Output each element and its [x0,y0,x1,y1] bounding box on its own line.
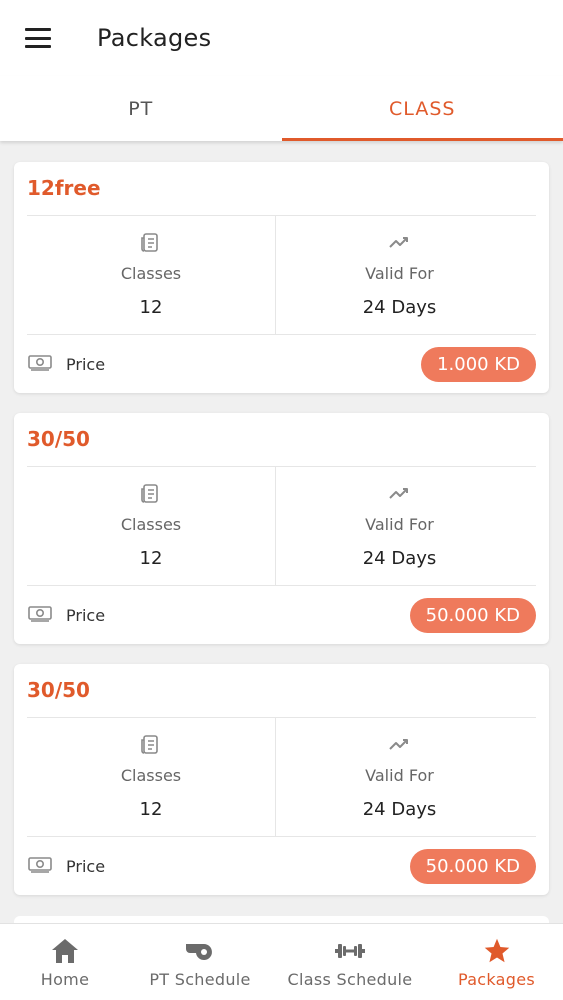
package-title: 30/50 [27,678,90,702]
classes-value: 12 [139,297,163,318]
nav-item-packages[interactable]: Packages [430,924,563,1000]
nav-label: PT Schedule [149,970,251,989]
valid-for-value: 24 Days [362,799,437,820]
trend-icon [388,231,412,255]
package-title: 12free [27,176,101,200]
classes-stat: Classes 12 [27,467,275,585]
nav-label: Packages [457,970,536,989]
package-card[interactable]: 30/50 Classes 12 Valid For 24 Days Price… [14,413,549,644]
valid-for-label: Valid For [365,264,434,283]
scroll-icon [139,733,163,757]
scroll-icon [139,231,163,255]
valid-for-label: Valid For [365,515,434,534]
money-icon [27,602,53,628]
tab-class[interactable]: CLASS [281,76,563,141]
home-icon [50,937,80,965]
price-label: Price [66,354,106,374]
valid-for-value: 24 Days [362,297,437,318]
price-badge[interactable]: 50.000 KD [409,597,536,633]
package-list: 12free Classes 12 Valid For 24 Days Pric… [14,162,549,915]
money-icon [27,853,53,879]
package-card[interactable]: 12free Classes 12 Valid For 24 Days Pric… [14,162,549,393]
dumbbell-icon [334,937,366,965]
package-card[interactable]: 30/50 Classes 12 Valid For 24 Days Price… [14,664,549,895]
page-title: Packages [97,24,212,52]
classes-value: 12 [139,548,163,569]
price-row: Price 1.000 KD [27,335,536,393]
classes-label: Classes [120,515,182,534]
tab-bar: PT CLASS [0,76,563,141]
price-label: Price [66,605,106,625]
nav-label: Class Schedule [287,970,413,989]
price-label: Price [66,856,106,876]
price-badge[interactable]: 1.000 KD [421,346,536,382]
nav-item-home[interactable]: Home [0,924,130,1000]
price-badge[interactable]: 50.000 KD [409,848,536,884]
valid-for-stat: Valid For 24 Days [275,216,523,334]
tab-pt[interactable]: PT [0,76,282,141]
price-row: Price 50.000 KD [27,837,536,895]
scroll-icon [139,482,163,506]
nav-item-class-schedule[interactable]: Class Schedule [270,924,430,1000]
classes-label: Classes [120,766,182,785]
nav-label: Home [40,970,90,989]
bottom-nav: Home PT Schedule Class Schedule Packages [0,923,563,1000]
price-row: Price 50.000 KD [27,586,536,644]
classes-stat: Classes 12 [27,718,275,836]
valid-for-value: 24 Days [362,548,437,569]
hamburger-menu-icon[interactable] [25,28,51,48]
nav-item-pt-schedule[interactable]: PT Schedule [130,924,270,1000]
money-icon [27,351,53,377]
valid-for-stat: Valid For 24 Days [275,718,523,836]
star-icon [482,937,512,965]
classes-label: Classes [120,264,182,283]
whistle-icon [184,937,216,965]
trend-icon [388,733,412,757]
trend-icon [388,482,412,506]
valid-for-stat: Valid For 24 Days [275,467,523,585]
classes-stat: Classes 12 [27,216,275,334]
app-header: Packages [0,0,563,76]
valid-for-label: Valid For [365,766,434,785]
classes-value: 12 [139,799,163,820]
package-title: 30/50 [27,427,90,451]
